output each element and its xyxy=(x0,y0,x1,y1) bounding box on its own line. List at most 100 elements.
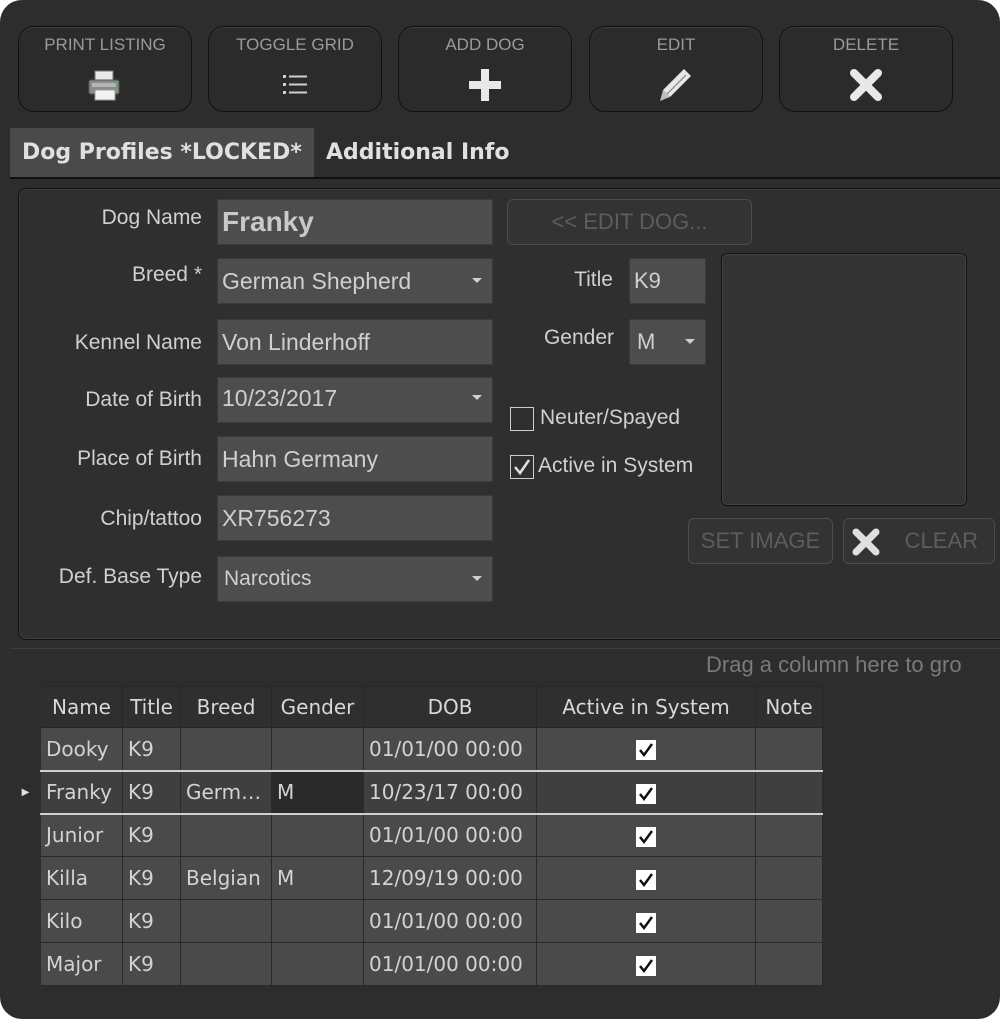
cell-note[interactable] xyxy=(755,727,823,771)
add-dog-button[interactable]: ADD DOG xyxy=(398,26,572,112)
kennel-name-label: Kennel Name xyxy=(74,331,202,354)
cell-gender[interactable] xyxy=(271,942,364,986)
table-row[interactable]: Killa K9 Belgian M 12/09/19 00:00 xyxy=(10,856,823,900)
place-of-birth-label: Place of Birth xyxy=(77,447,202,470)
cell-gender[interactable] xyxy=(271,727,364,771)
active-checkbox-cell[interactable] xyxy=(636,869,656,890)
base-type-label: Def. Base Type xyxy=(58,565,202,588)
cell-breed[interactable] xyxy=(180,899,272,943)
cell-dob[interactable]: 12/09/19 00:00 xyxy=(363,856,537,900)
dob-value: 10/23/2017 xyxy=(222,385,338,411)
cell-note[interactable] xyxy=(755,769,823,815)
cell-breed[interactable] xyxy=(180,813,272,857)
place-of-birth-field[interactable]: Hahn Germany xyxy=(217,436,493,482)
cell-gender[interactable] xyxy=(271,813,364,857)
cell-gender[interactable]: M xyxy=(271,769,364,815)
cell-note[interactable] xyxy=(755,942,823,986)
cell-gender[interactable]: M xyxy=(271,856,364,900)
gender-select[interactable]: M xyxy=(629,319,706,365)
dogs-grid: Name Title Breed Gender DOB Active in Sy… xyxy=(10,686,823,986)
kennel-name-field[interactable]: Von Linderhoff xyxy=(217,319,493,365)
neuter-checkbox[interactable] xyxy=(510,407,534,431)
cell-active[interactable] xyxy=(536,813,756,857)
dob-label: Date of Birth xyxy=(85,388,202,411)
cell-name[interactable]: Dooky xyxy=(40,727,123,771)
group-by-hint: Drag a column here to gro xyxy=(706,652,962,677)
column-header-note[interactable]: Note xyxy=(755,686,823,728)
column-header-active[interactable]: Active in System xyxy=(536,686,756,728)
tab-dog-profiles[interactable]: Dog Profiles *LOCKED* xyxy=(10,128,314,178)
cell-title[interactable]: K9 xyxy=(122,769,181,815)
cell-name[interactable]: Major xyxy=(40,942,123,986)
cell-title[interactable]: K9 xyxy=(122,856,181,900)
active-checkbox-cell[interactable] xyxy=(636,912,656,933)
cell-note[interactable] xyxy=(755,813,823,857)
edit-label: EDIT xyxy=(656,35,696,54)
cell-name[interactable]: Junior xyxy=(40,813,123,857)
dog-profiles-window: PRINT LISTING TOGGLE GRID ADD DOG EDIT D… xyxy=(0,0,1000,1019)
tab-bar: Dog Profiles *LOCKED* Additional Info xyxy=(10,128,1000,178)
cell-active[interactable] xyxy=(536,899,756,943)
cell-dob[interactable]: 01/01/00 00:00 xyxy=(363,813,537,857)
edit-dog-button[interactable]: << EDIT DOG... xyxy=(507,199,752,245)
cell-gender[interactable] xyxy=(271,899,364,943)
grid-body: Dooky K9 01/01/00 00:00 ▶ Franky K9 Germ… M 10/2… xyxy=(10,727,823,986)
print-listing-label: PRINT LISTING xyxy=(44,35,166,54)
active-checkbox-cell[interactable] xyxy=(636,740,656,761)
cell-title[interactable]: K9 xyxy=(122,727,181,771)
table-row[interactable]: ▶ Franky K9 Germ… M 10/23/17 00:00 xyxy=(10,769,823,815)
toggle-grid-button[interactable]: TOGGLE GRID xyxy=(208,26,382,112)
cell-title[interactable]: K9 xyxy=(122,813,181,857)
active-checkbox-cell[interactable] xyxy=(636,783,656,804)
column-header-dob[interactable]: DOB xyxy=(363,686,537,728)
checkmark-icon xyxy=(639,958,654,973)
cell-name[interactable]: Kilo xyxy=(40,899,123,943)
close-icon xyxy=(852,528,880,556)
dog-name-field[interactable]: Franky xyxy=(217,199,493,245)
table-row[interactable]: Dooky K9 01/01/00 00:00 xyxy=(10,727,823,771)
breed-select[interactable]: German Shepherd xyxy=(217,258,493,304)
cell-breed[interactable]: Germ… xyxy=(180,769,272,815)
active-checkbox[interactable] xyxy=(510,455,534,479)
table-row[interactable]: Junior K9 01/01/00 00:00 xyxy=(10,813,823,857)
cell-title[interactable]: K9 xyxy=(122,942,181,986)
tab-additional-info[interactable]: Additional Info xyxy=(314,128,544,178)
cell-dob[interactable]: 10/23/17 00:00 xyxy=(363,769,537,815)
cell-name[interactable]: Killa xyxy=(40,856,123,900)
clear-button[interactable]: CLEAR xyxy=(843,518,995,564)
column-header-title[interactable]: Title xyxy=(122,686,181,728)
cell-breed[interactable] xyxy=(180,942,272,986)
cell-breed[interactable] xyxy=(180,727,272,771)
cell-dob[interactable]: 01/01/00 00:00 xyxy=(363,899,537,943)
header-row: Name Title Breed Gender DOB Active in Sy… xyxy=(10,686,823,728)
table-row[interactable]: Kilo K9 01/01/00 00:00 xyxy=(10,899,823,943)
cell-active[interactable] xyxy=(536,942,756,986)
column-header-gender[interactable]: Gender xyxy=(271,686,364,728)
title-label: Title xyxy=(574,268,613,291)
cell-breed[interactable]: Belgian xyxy=(180,856,272,900)
cell-title[interactable]: K9 xyxy=(122,899,181,943)
cell-dob[interactable]: 01/01/00 00:00 xyxy=(363,727,537,771)
column-header-name[interactable]: Name xyxy=(40,686,123,728)
cell-note[interactable] xyxy=(755,856,823,900)
delete-button[interactable]: DELETE xyxy=(779,26,953,112)
cell-dob[interactable]: 01/01/00 00:00 xyxy=(363,942,537,986)
dob-picker[interactable]: 10/23/2017 xyxy=(217,377,493,423)
base-type-select[interactable]: Narcotics xyxy=(217,556,493,602)
table-row[interactable]: Major K9 01/01/00 00:00 xyxy=(10,942,823,986)
cell-name[interactable]: Franky xyxy=(40,769,123,815)
chevron-down-icon xyxy=(685,339,695,344)
edit-button[interactable]: EDIT xyxy=(589,26,763,112)
column-header-breed[interactable]: Breed xyxy=(180,686,272,728)
cell-active[interactable] xyxy=(536,856,756,900)
set-image-button[interactable]: SET IMAGE xyxy=(688,518,833,564)
cell-note[interactable] xyxy=(755,899,823,943)
cell-active[interactable] xyxy=(536,727,756,771)
active-checkbox-cell[interactable] xyxy=(636,826,656,847)
chip-tattoo-field[interactable]: XR756273 xyxy=(217,495,493,541)
row-indicator: ▶ xyxy=(10,770,41,814)
title-field[interactable]: K9 xyxy=(629,258,706,304)
active-checkbox-cell[interactable] xyxy=(636,955,656,976)
print-listing-button[interactable]: PRINT LISTING xyxy=(18,26,192,112)
cell-active[interactable] xyxy=(536,769,756,815)
